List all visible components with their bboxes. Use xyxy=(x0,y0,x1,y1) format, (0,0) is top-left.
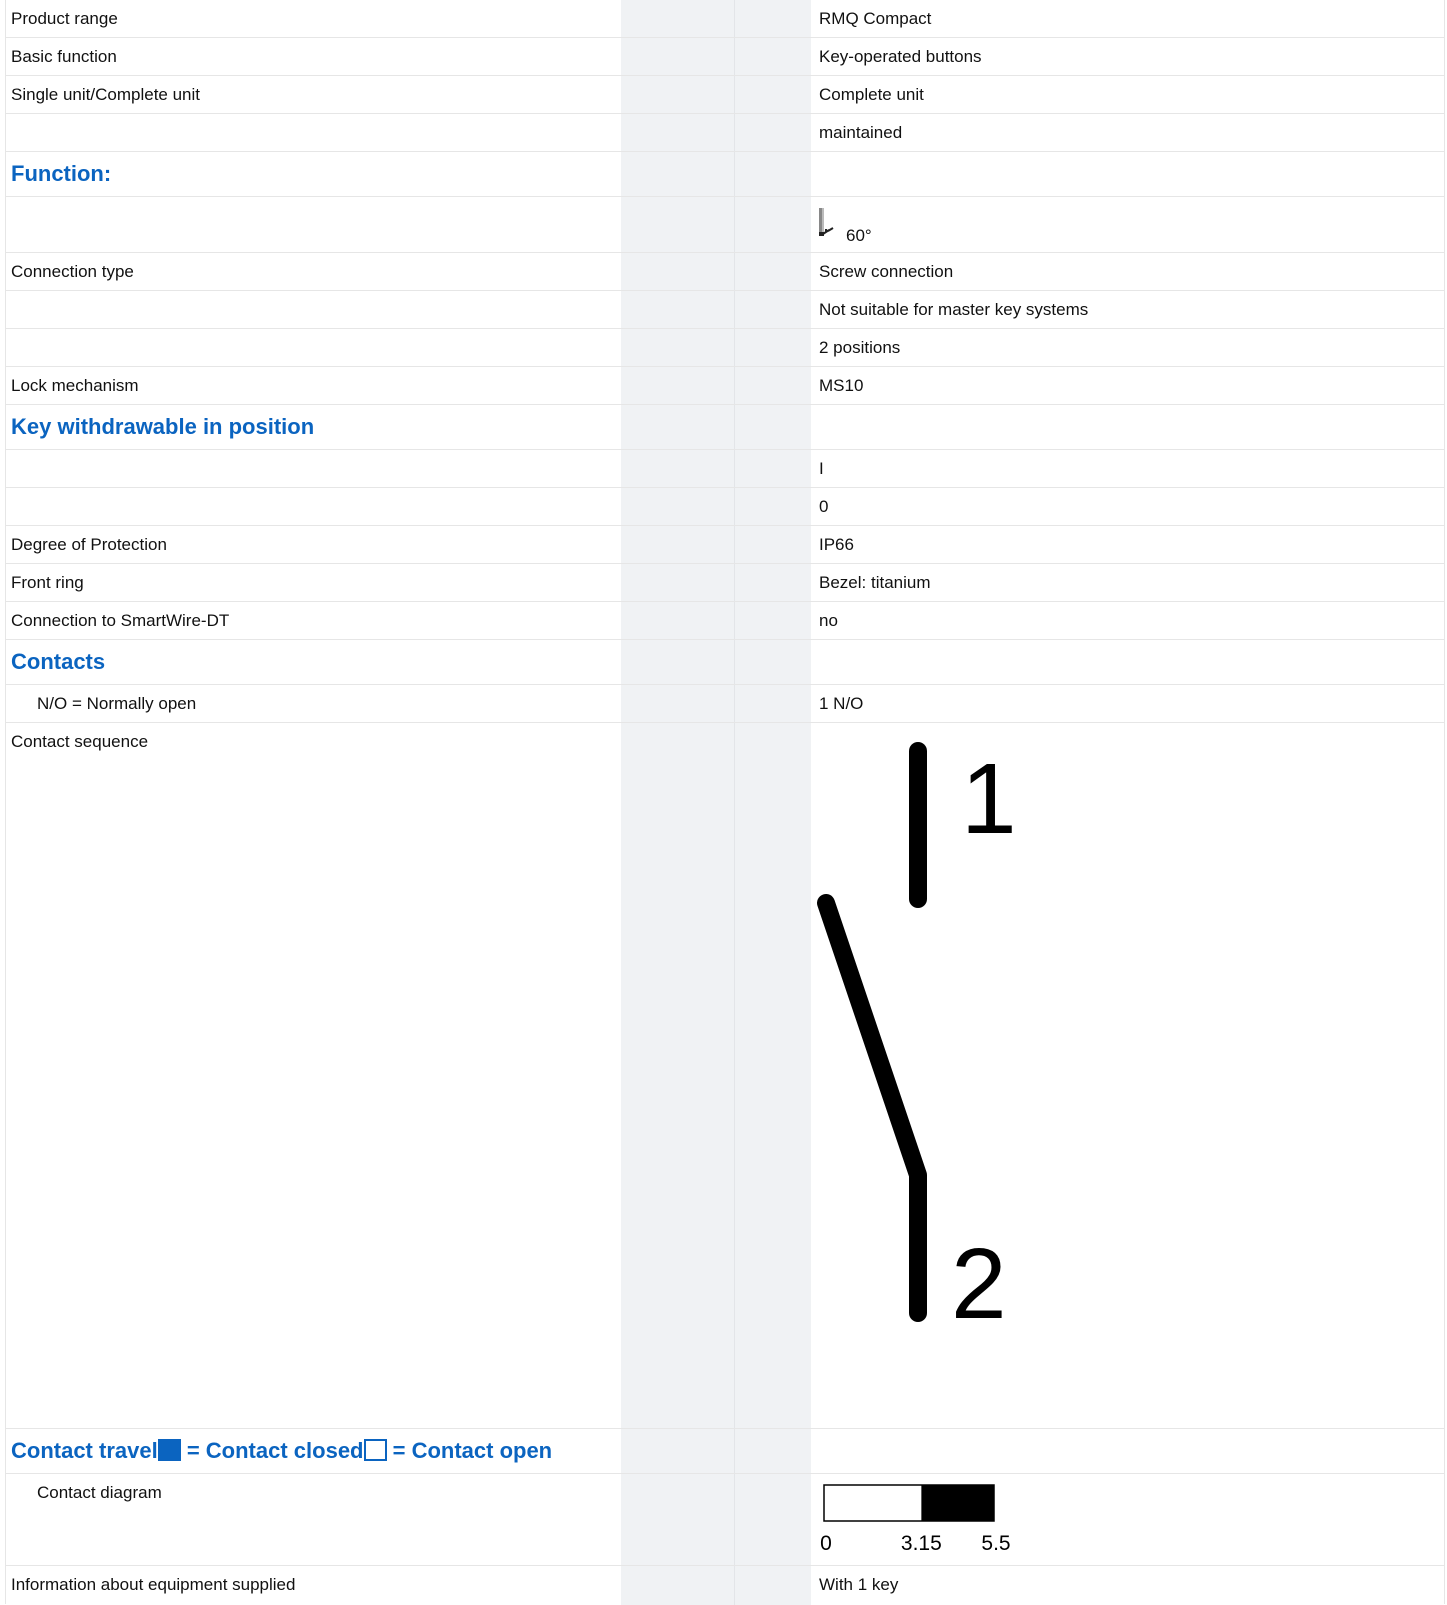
value-normally-open: 1 N/O xyxy=(819,694,864,713)
label-single-complete: Single unit/Complete unit xyxy=(11,85,201,104)
label-basic-function: Basic function xyxy=(11,47,117,66)
row-equipment-supplied: Information about equipment supplied Wit… xyxy=(6,1566,1444,1604)
label-front-ring: Front ring xyxy=(11,573,84,592)
row-function-heading: Function: xyxy=(6,152,1444,197)
heading-function: Function: xyxy=(11,161,112,186)
row-maintained: maintained xyxy=(6,114,1444,152)
value-single-complete: Complete unit xyxy=(819,85,924,104)
label-lock-mechanism: Lock mechanism xyxy=(11,376,139,395)
contact-sequence-symbol: 1 2 xyxy=(817,742,1017,1340)
product-datasheet: Product range RMQ Compact Basic function… xyxy=(5,0,1445,1604)
scale-label-0: 0 xyxy=(820,1532,832,1555)
label-contact-diagram: Contact diagram xyxy=(37,1483,162,1502)
contact-open-label: = Contact open xyxy=(386,1438,553,1463)
value-maintained: maintained xyxy=(819,123,903,142)
row-smartwire: Connection to SmartWire-DT no xyxy=(6,602,1444,640)
scale-label-5-5: 5.5 xyxy=(981,1532,1010,1555)
value-lock-mechanism: MS10 xyxy=(819,376,864,395)
row-front-ring: Front ring Bezel: titanium xyxy=(6,564,1444,602)
label-product-range: Product range xyxy=(11,9,118,28)
row-key-position-1: I xyxy=(6,450,1444,488)
scale-label-3-15: 3.15 xyxy=(901,1532,942,1555)
row-connection-type: Connection type Screw connection xyxy=(6,253,1444,291)
row-normally-open: N/O = Normally open 1 N/O xyxy=(6,685,1444,723)
value-degree-protection: IP66 xyxy=(819,535,854,554)
row-lock-mechanism: Lock mechanism MS10 xyxy=(6,367,1444,405)
row-contact-diagram: Contact diagram 0 3.15 5.5 xyxy=(6,1474,1444,1566)
label-contact-sequence: Contact sequence xyxy=(11,732,149,751)
contact-travel-label: Contact travel xyxy=(11,1438,158,1463)
label-normally-open: N/O = Normally open xyxy=(37,694,197,713)
label-degree-protection: Degree of Protection xyxy=(11,535,167,554)
value-basic-function: Key-operated buttons xyxy=(819,47,982,66)
value-product-range: RMQ Compact xyxy=(819,9,932,28)
contact-open-swatch-icon xyxy=(363,1439,387,1461)
contact-closed-label: = Contact closed xyxy=(180,1438,364,1463)
contact-closed-swatch-icon xyxy=(157,1439,181,1461)
value-smartwire: no xyxy=(819,611,838,630)
row-contacts-heading: Contacts xyxy=(6,640,1444,685)
row-master-key: Not suitable for master key systems xyxy=(6,291,1444,329)
travel-closed-segment xyxy=(921,1485,994,1521)
value-front-ring: Bezel: titanium xyxy=(819,573,931,592)
row-key-position-2: 0 xyxy=(6,488,1444,526)
value-master-key: Not suitable for master key systems xyxy=(819,300,1089,319)
value-key-position-2: 0 xyxy=(819,497,829,516)
heading-contacts: Contacts xyxy=(11,649,106,674)
terminal-1-label: 1 xyxy=(961,743,1017,855)
row-basic-function: Basic function Key-operated buttons xyxy=(6,38,1444,76)
heading-contact-travel: Contact travel = Contact closed = Contac… xyxy=(11,1429,552,1473)
heading-key-withdrawable: Key withdrawable in position xyxy=(11,414,315,439)
contact-diagram: 0 3.15 5.5 xyxy=(820,1484,1011,1555)
row-single-complete: Single unit/Complete unit Complete unit xyxy=(6,76,1444,114)
value-connection-type: Screw connection xyxy=(819,262,954,281)
key-switch-function-icon xyxy=(819,208,834,236)
value-angle: 60° xyxy=(846,226,872,245)
row-contact-sequence: Contact sequence 1 2 xyxy=(6,723,1444,1429)
label-equipment-supplied: Information about equipment supplied xyxy=(11,1575,296,1594)
value-equipment-supplied: With 1 key xyxy=(819,1575,899,1594)
row-degree-protection: Degree of Protection IP66 xyxy=(6,526,1444,564)
row-contact-travel-heading: Contact travel = Contact closed = Contac… xyxy=(6,1429,1444,1474)
label-connection-type: Connection type xyxy=(11,262,134,281)
label-smartwire: Connection to SmartWire-DT xyxy=(11,611,230,630)
row-product-range: Product range RMQ Compact xyxy=(6,0,1444,38)
terminal-2-label: 2 xyxy=(951,1228,1007,1340)
row-key-withdrawable-heading: Key withdrawable in position xyxy=(6,405,1444,450)
row-positions: 2 positions xyxy=(6,329,1444,367)
row-function-angle: 60° xyxy=(6,197,1444,253)
value-positions: 2 positions xyxy=(819,338,901,357)
value-key-position-1: I xyxy=(819,459,824,478)
